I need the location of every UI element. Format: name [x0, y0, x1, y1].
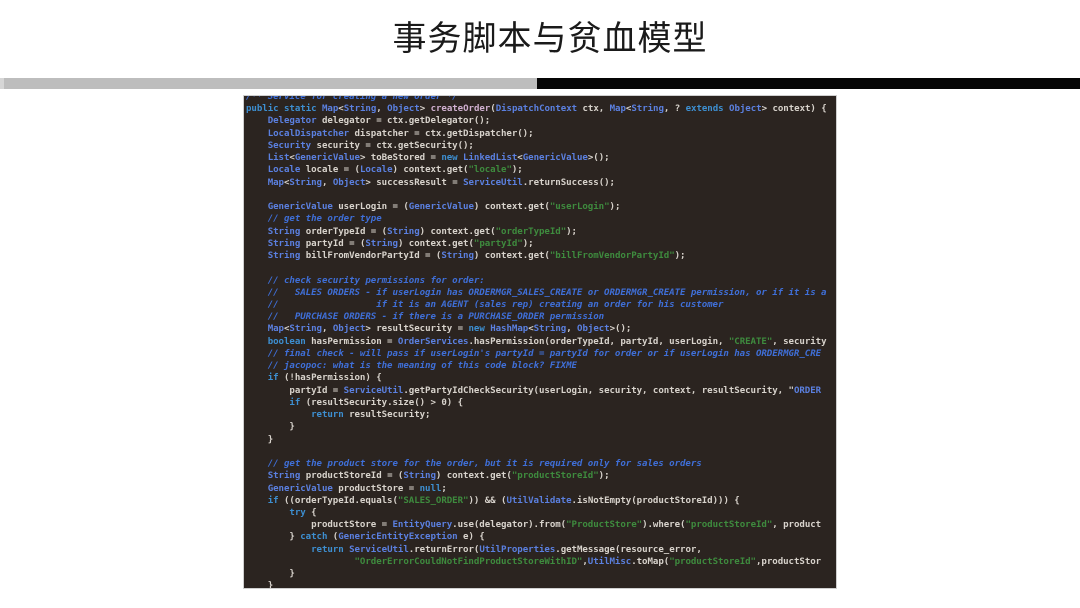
code-listing: /** Service for creating a new order */ …	[246, 96, 827, 588]
divider-black-segment	[537, 78, 1080, 89]
title-divider	[0, 78, 1080, 89]
divider-left-edge-tick	[0, 78, 4, 89]
code-scroll-area: /** Service for creating a new order */ …	[244, 96, 836, 588]
page-title: 事务脚本与贫血模型	[392, 20, 708, 58]
code-screenshot-panel: /** Service for creating a new order */ …	[244, 96, 836, 588]
divider-gray-segment	[0, 78, 537, 89]
slide-canvas: 事务脚本与贫血模型 /** Service for creating a new…	[0, 0, 1080, 608]
title-area: 事务脚本与贫血模型	[0, 0, 1080, 78]
